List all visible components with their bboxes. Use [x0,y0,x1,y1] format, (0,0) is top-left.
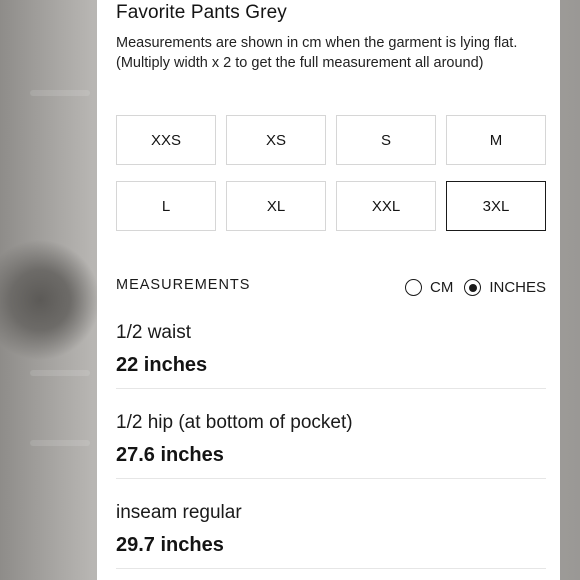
size-option-3xl[interactable]: 3XL [446,181,546,231]
measurement-row: 1/2 waist 22 inches [116,322,546,389]
size-option-xxl[interactable]: XXL [336,181,436,231]
measurement-value: 27.6 inches [116,444,224,466]
measurement-label: 1/2 hip (at bottom of pocket) [116,412,353,433]
measurements-header: MEASUREMENTS CM INCHES [116,277,546,299]
inches-label[interactable]: INCHES [489,279,546,296]
measurement-label: 1/2 waist [116,322,191,343]
measurement-value: 29.7 inches [116,534,224,556]
measurements-heading: MEASUREMENTS [116,277,251,293]
measurement-row: 1/2 hip (at bottom of pocket) 27.6 inche… [116,412,546,479]
size-option-m[interactable]: M [446,115,546,165]
unit-toggle: CM INCHES [404,279,546,296]
measurement-row: inseam regular 29.7 inches [116,502,546,569]
cm-label[interactable]: CM [430,279,453,296]
radio-selected-dot [468,283,477,292]
background-blur [30,90,90,96]
size-selector: XXS XS S M L XL XXL 3XL [116,115,546,231]
size-option-s[interactable]: S [336,115,436,165]
size-guide-panel: Favorite Pants Grey Measurements are sho… [97,0,560,580]
inches-radio[interactable] [464,279,482,296]
product-title: Favorite Pants Grey [116,2,287,23]
size-option-xl[interactable]: XL [226,181,326,231]
size-option-xs[interactable]: XS [226,115,326,165]
measurement-label: inseam regular [116,502,242,523]
background-blur [30,370,90,376]
measurement-note: Measurements are shown in cm when the ga… [116,35,518,71]
background-blur [30,440,90,446]
size-option-xxs[interactable]: XXS [116,115,216,165]
cm-radio[interactable] [404,279,422,296]
measurement-value: 22 inches [116,354,208,376]
size-option-l[interactable]: L [116,181,216,231]
